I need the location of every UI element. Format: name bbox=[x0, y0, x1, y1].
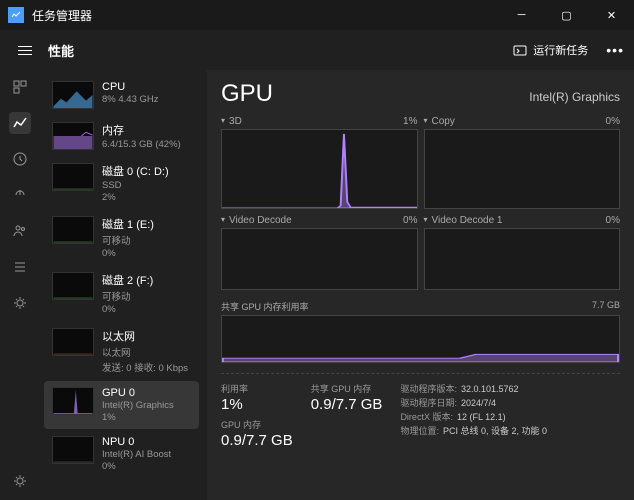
shared-mem-chart bbox=[221, 315, 620, 363]
app-title: 任务管理器 bbox=[32, 7, 92, 24]
chart-area bbox=[424, 228, 621, 290]
sidebar-item--[interactable]: 以太网以太网发送: 0 接收: 0 Kbps bbox=[44, 322, 199, 380]
settings-button[interactable] bbox=[12, 473, 28, 492]
sidebar-item--1-e-[interactable]: 磁盘 1 (E:)可移动0% bbox=[44, 210, 199, 265]
more-button[interactable]: ••• bbox=[606, 42, 624, 58]
detail-panel: GPU Intel(R) Graphics ▾3D1%▾Copy0%▾Video… bbox=[207, 70, 634, 500]
nav-rail bbox=[0, 70, 40, 500]
chart-video-decode: ▾Video Decode0% bbox=[221, 215, 418, 290]
subheader: 性能 运行新任务 ••• bbox=[0, 30, 634, 70]
nav-users[interactable] bbox=[9, 220, 31, 242]
thumbnail bbox=[52, 81, 94, 109]
new-task-button[interactable]: 运行新任务 bbox=[505, 38, 596, 62]
thumbnail bbox=[52, 272, 94, 300]
thumbnail bbox=[52, 328, 94, 356]
driver-info: 驱动程序版本:32.0.101.5762 驱动程序日期:2024/7/4 Dir… bbox=[400, 382, 547, 449]
nav-startup[interactable] bbox=[9, 184, 31, 206]
utilization-value: 1% bbox=[221, 396, 293, 413]
nav-processes[interactable] bbox=[9, 76, 31, 98]
sidebar-item--2-f-[interactable]: 磁盘 2 (F:)可移动0% bbox=[44, 266, 199, 321]
thumbnail bbox=[52, 216, 94, 244]
chart-area bbox=[221, 129, 418, 209]
gpu-mem-value: 0.9/7.7 GB bbox=[221, 432, 293, 449]
stats-row: 利用率 1% GPU 内存 0.9/7.7 GB 共享 GPU 内存 0.9/7… bbox=[221, 373, 620, 449]
chevron-down-icon[interactable]: ▾ bbox=[221, 116, 225, 127]
sidebar-item--[interactable]: 内存6.4/15.3 GB (42%) bbox=[44, 116, 199, 156]
thumbnail bbox=[52, 122, 94, 150]
close-button[interactable]: ✕ bbox=[589, 0, 634, 30]
nav-history[interactable] bbox=[9, 148, 31, 170]
shared-mem-label: 共享 GPU 内存利用率 bbox=[221, 300, 309, 313]
run-icon bbox=[513, 43, 527, 57]
sidebar-item--0-c-d-[interactable]: 磁盘 0 (C: D:)SSD2% bbox=[44, 157, 199, 209]
gpu-model: Intel(R) Graphics bbox=[529, 90, 620, 104]
resource-list[interactable]: CPU8% 4.43 GHz内存6.4/15.3 GB (42%)磁盘 0 (C… bbox=[40, 70, 207, 500]
minimize-button[interactable]: ─ bbox=[499, 0, 544, 30]
tab-title: 性能 bbox=[48, 41, 74, 60]
chart-area bbox=[221, 228, 418, 290]
chart-area bbox=[424, 129, 621, 209]
chevron-down-icon[interactable]: ▾ bbox=[221, 215, 225, 226]
thumbnail bbox=[52, 387, 94, 415]
shared-mem-max: 7.7 GB bbox=[592, 300, 620, 313]
thumbnail bbox=[52, 436, 94, 464]
chart-copy: ▾Copy0% bbox=[424, 116, 621, 209]
shared-mem-value: 0.9/7.7 GB bbox=[311, 396, 383, 413]
titlebar: 任务管理器 ─ ▢ ✕ bbox=[0, 0, 634, 30]
chevron-down-icon[interactable]: ▾ bbox=[424, 215, 428, 226]
chart-3d: ▾3D1% bbox=[221, 116, 418, 209]
thumbnail bbox=[52, 163, 94, 191]
sidebar-item-npu-0[interactable]: NPU 0Intel(R) AI Boost0% bbox=[44, 430, 199, 478]
sidebar-item-gpu-0[interactable]: GPU 0Intel(R) Graphics1% bbox=[44, 381, 199, 429]
chevron-down-icon[interactable]: ▾ bbox=[424, 116, 428, 127]
nav-details[interactable] bbox=[9, 256, 31, 278]
nav-services[interactable] bbox=[9, 292, 31, 314]
maximize-button[interactable]: ▢ bbox=[544, 0, 589, 30]
detail-title: GPU bbox=[221, 80, 273, 108]
chart-video-decode-1: ▾Video Decode 10% bbox=[424, 215, 621, 290]
menu-button[interactable] bbox=[10, 35, 40, 65]
sidebar-item-cpu[interactable]: CPU8% 4.43 GHz bbox=[44, 75, 199, 115]
app-icon bbox=[8, 7, 24, 23]
nav-performance[interactable] bbox=[9, 112, 31, 134]
